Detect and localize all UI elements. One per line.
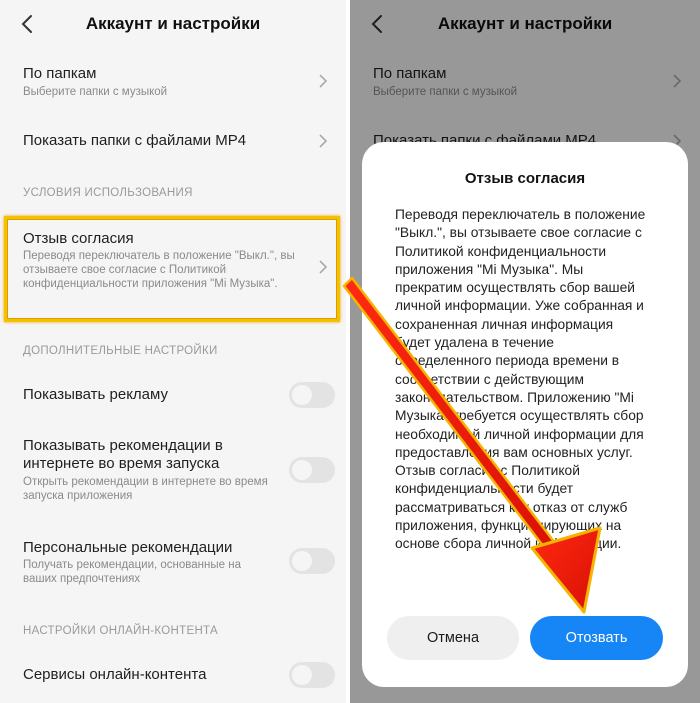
chevron-right-icon: [319, 74, 328, 88]
dialog-body[interactable]: Переводя переключатель в положение "Выкл…: [395, 206, 650, 600]
ads-title: Показывать рекламу: [23, 386, 169, 403]
toggle-knob: [292, 551, 312, 571]
header: Аккаунт и настройки: [0, 0, 346, 48]
startup-recs-toggle[interactable]: [289, 457, 335, 483]
personal-recs-title: Персональные рекомендации: [23, 539, 233, 556]
ads-toggle[interactable]: [289, 382, 335, 408]
consent-revoke-dialog: Отзыв согласия Переводя переключатель в …: [362, 142, 688, 687]
startup-recs-subtitle: Открыть рекомендации в интернете во врем…: [23, 476, 268, 502]
folders-title: По папкам: [23, 65, 97, 82]
personal-recommendations-row: Персональные рекомендации Получать реком…: [0, 536, 346, 598]
folders-row[interactable]: По папкам Выберите папки с музыкой: [0, 62, 346, 108]
mp4-folders-row[interactable]: Показать папки с файлами MP4: [0, 124, 346, 158]
toggle-knob: [292, 385, 312, 405]
online-services-row: Сервисы онлайн-контента: [0, 658, 346, 692]
cancel-button[interactable]: Отмена: [387, 616, 519, 660]
page-title: Аккаунт и настройки: [85, 14, 261, 33]
revoke-button[interactable]: Отозвать: [530, 616, 663, 660]
toggle-knob: [292, 460, 312, 480]
online-services-title: Сервисы онлайн-контента: [23, 666, 207, 683]
highlight-frame: [4, 216, 340, 322]
ads-row: Показывать рекламу: [0, 378, 346, 412]
settings-screen-left: Аккаунт и настройки По папкам Выберите п…: [0, 0, 346, 703]
personal-recs-subtitle: Получать рекомендации, основанные на ваш…: [23, 559, 241, 585]
personal-recs-toggle[interactable]: [289, 548, 335, 574]
section-online: НАСТРОЙКИ ОНЛАЙН-КОНТЕНТА: [23, 625, 218, 637]
section-additional: ДОПОЛНИТЕЛЬНЫЕ НАСТРОЙКИ: [23, 345, 218, 357]
startup-recommendations-row: Показывать рекомендации в интернете во в…: [0, 434, 346, 518]
startup-recs-title: Показывать рекомендации в интернете во в…: [23, 437, 223, 472]
mp4-folders-title: Показать папки с файлами MP4: [23, 132, 247, 149]
folders-subtitle: Выберите папки с музыкой: [23, 86, 168, 98]
dialog-title: Отзыв согласия: [464, 170, 586, 187]
chevron-right-icon: [319, 134, 328, 148]
online-services-toggle[interactable]: [289, 662, 335, 688]
section-terms: УСЛОВИЯ ИСПОЛЬЗОВАНИЯ: [23, 187, 193, 199]
toggle-knob: [292, 665, 312, 685]
dialog-scroll-fade: [362, 562, 688, 602]
